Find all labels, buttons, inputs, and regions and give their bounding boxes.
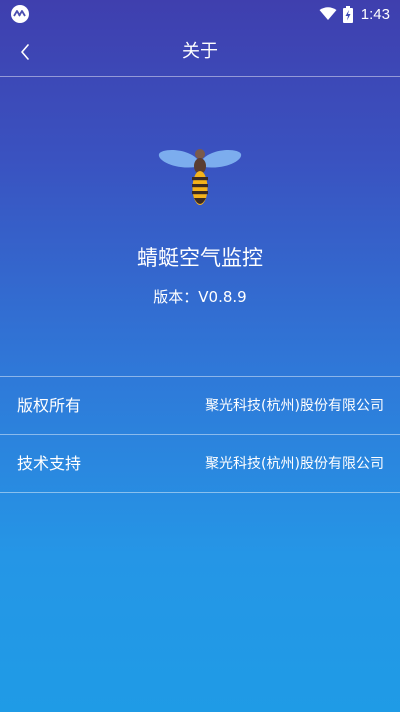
wifi-icon [319,7,337,20]
title-bar: 关于 [0,28,400,77]
dragonfly-icon [158,149,242,205]
info-list: 版权所有 聚光科技(杭州)股份有限公司 技术支持 聚光科技(杭州)股份有限公司 [0,376,400,493]
info-label: 版权所有 [17,396,82,415]
battery-charging-icon [342,5,353,23]
info-value: 聚光科技(杭州)股份有限公司 [205,398,384,414]
info-label: 技术支持 [17,454,82,473]
status-bar: 1:43 [0,0,400,28]
app-notification-icon [11,5,29,23]
info-row-tech-support: 技术支持 聚光科技(杭州)股份有限公司 [0,435,400,493]
app-name: 蜻蜓空气监控 [137,246,263,270]
info-row-copyright: 版权所有 聚光科技(杭州)股份有限公司 [0,377,400,435]
info-value: 聚光科技(杭州)股份有限公司 [205,456,384,472]
status-indicators: 1:43 [319,4,390,24]
page-title: 关于 [182,41,218,62]
status-time: 1:43 [360,5,390,23]
app-version: 版本：V0.8.9 [153,288,247,306]
